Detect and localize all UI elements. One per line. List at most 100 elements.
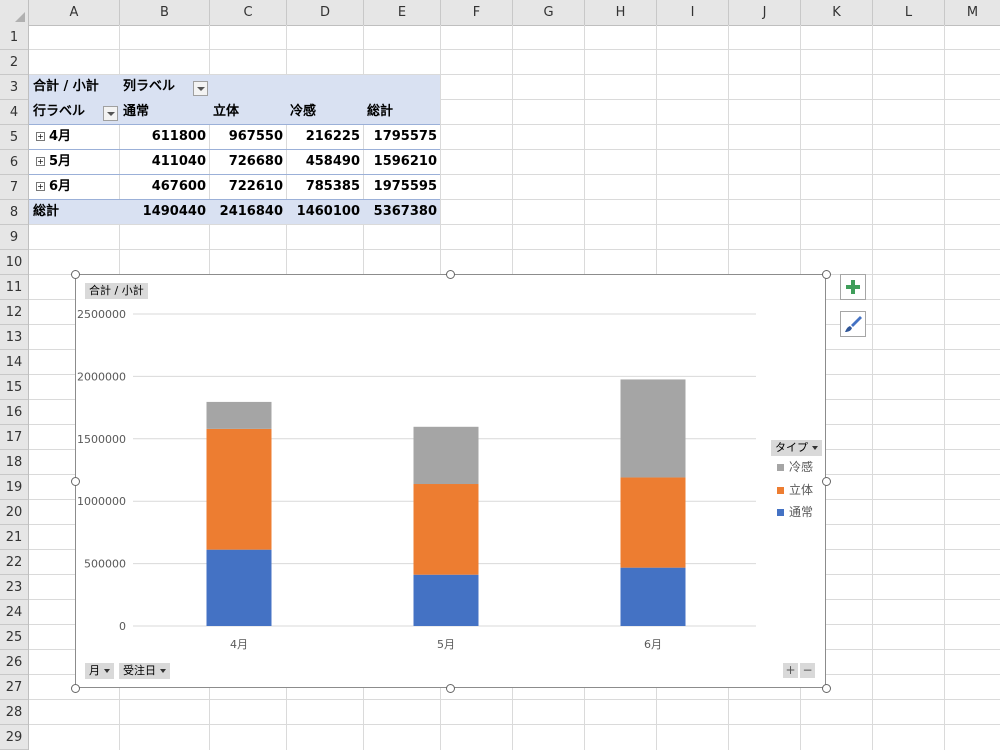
pivot-header-rittai[interactable]: 立体: [213, 99, 239, 124]
resize-handle-left[interactable]: [71, 477, 80, 486]
pivot-cell[interactable]: 1795575: [364, 124, 437, 149]
pivot-cell[interactable]: 726680: [210, 149, 283, 174]
bar-segment[interactable]: [206, 401, 272, 429]
row-header-22[interactable]: 22: [0, 550, 28, 575]
column-header-d[interactable]: D: [287, 0, 364, 25]
resize-handle-top-left[interactable]: [71, 270, 80, 279]
column-header-m[interactable]: M: [945, 0, 1000, 25]
row-header-20[interactable]: 20: [0, 500, 28, 525]
row-header-8[interactable]: 8: [0, 200, 28, 225]
resize-handle-bottom-left[interactable]: [71, 684, 80, 693]
column-filter-dropdown[interactable]: [193, 81, 208, 96]
row-header-24[interactable]: 24: [0, 600, 28, 625]
row-header-6[interactable]: 6: [0, 150, 28, 175]
row-header-21[interactable]: 21: [0, 525, 28, 550]
row-header-28[interactable]: 28: [0, 700, 28, 725]
column-header-k[interactable]: K: [801, 0, 873, 25]
row-header-12[interactable]: 12: [0, 300, 28, 325]
resize-handle-bottom-right[interactable]: [822, 684, 831, 693]
row-header-9[interactable]: 9: [0, 225, 28, 250]
bar-segment[interactable]: [620, 379, 686, 478]
resize-handle-top[interactable]: [446, 270, 455, 279]
axis-field-button-order-date[interactable]: 受注日: [119, 663, 170, 679]
pivot-header-reikan[interactable]: 冷感: [290, 99, 316, 124]
column-header-c[interactable]: C: [210, 0, 287, 25]
expand-4-icon[interactable]: +: [36, 132, 45, 141]
row-header-7[interactable]: 7: [0, 175, 28, 200]
pivot-cell[interactable]: 785385: [287, 174, 360, 199]
select-all-corner[interactable]: [0, 0, 29, 25]
column-header-g[interactable]: G: [513, 0, 585, 25]
chart-styles-button[interactable]: [840, 311, 866, 337]
column-header-f[interactable]: F: [441, 0, 513, 25]
expand-5-icon[interactable]: +: [36, 157, 45, 166]
row-header-17[interactable]: 17: [0, 425, 28, 450]
expand-field-button[interactable]: +: [783, 663, 798, 678]
pivot-row-label[interactable]: 行ラベル: [33, 99, 85, 124]
resize-handle-bottom[interactable]: [446, 684, 455, 693]
pivot-cell[interactable]: 722610: [210, 174, 283, 199]
pivot-cell[interactable]: 458490: [287, 149, 360, 174]
pivot-cell[interactable]: 611800: [120, 124, 206, 149]
column-header-l[interactable]: L: [873, 0, 945, 25]
pivot-row-label-cell[interactable]: 6月: [49, 174, 71, 199]
pivot-total-cell[interactable]: 5367380: [364, 199, 437, 224]
bar-segment[interactable]: [206, 549, 272, 626]
pivot-value-label[interactable]: 合計 / 小計: [33, 74, 99, 99]
bar-segment[interactable]: [620, 477, 686, 568]
bar-segment[interactable]: [620, 567, 686, 626]
row-header-23[interactable]: 23: [0, 575, 28, 600]
pivot-cell[interactable]: 1975595: [364, 174, 437, 199]
row-header-11[interactable]: 11: [0, 275, 28, 300]
row-header-19[interactable]: 19: [0, 475, 28, 500]
resize-handle-top-right[interactable]: [822, 270, 831, 279]
row-header-27[interactable]: 27: [0, 675, 28, 700]
pivot-cell[interactable]: 1596210: [364, 149, 437, 174]
pivot-total-cell[interactable]: 1460100: [287, 199, 360, 224]
pivot-cell[interactable]: 216225: [287, 124, 360, 149]
bar-segment[interactable]: [206, 428, 272, 550]
collapse-field-button[interactable]: −: [800, 663, 815, 678]
column-header-e[interactable]: E: [364, 0, 441, 25]
row-header-14[interactable]: 14: [0, 350, 28, 375]
column-header-i[interactable]: I: [657, 0, 729, 25]
pivot-cell[interactable]: 467600: [120, 174, 206, 199]
row-header-2[interactable]: 2: [0, 50, 28, 75]
row-header-10[interactable]: 10: [0, 250, 28, 275]
row-header-18[interactable]: 18: [0, 450, 28, 475]
bar-segment[interactable]: [413, 484, 479, 575]
bar-segment[interactable]: [413, 574, 479, 626]
column-header-h[interactable]: H: [585, 0, 657, 25]
column-header-j[interactable]: J: [729, 0, 801, 25]
legend-entry-normal[interactable]: 通常: [777, 504, 813, 520]
row-filter-dropdown[interactable]: [103, 106, 118, 121]
pivot-header-total[interactable]: 総計: [367, 99, 393, 124]
row-header-3[interactable]: 3: [0, 75, 28, 100]
row-header-4[interactable]: 4: [0, 100, 28, 125]
legend-entry-reikan[interactable]: 冷感: [777, 459, 813, 475]
pivot-total-label[interactable]: 総計: [33, 199, 59, 224]
column-header-a[interactable]: A: [29, 0, 120, 25]
pivot-header-normal[interactable]: 通常: [123, 99, 149, 124]
row-header-13[interactable]: 13: [0, 325, 28, 350]
legend-field-button[interactable]: タイプ: [771, 440, 822, 456]
legend-entry-rittai[interactable]: 立体: [777, 482, 813, 498]
row-header-5[interactable]: 5: [0, 125, 28, 150]
pivot-cell[interactable]: 967550: [210, 124, 283, 149]
pivot-row-label-cell[interactable]: 4月: [49, 124, 71, 149]
chart-plot[interactable]: 0 500000 1000000 1500000 2000000 2500000 4月 5月 6…: [76, 275, 825, 687]
axis-field-button-month[interactable]: 月: [85, 663, 114, 679]
row-header-26[interactable]: 26: [0, 650, 28, 675]
pivot-row-label-cell[interactable]: 5月: [49, 149, 71, 174]
pivot-cell[interactable]: 411040: [120, 149, 206, 174]
row-header-25[interactable]: 25: [0, 625, 28, 650]
column-header-b[interactable]: B: [120, 0, 210, 25]
row-header-1[interactable]: 1: [0, 25, 28, 50]
row-header-16[interactable]: 16: [0, 400, 28, 425]
pivot-total-cell[interactable]: 2416840: [210, 199, 283, 224]
resize-handle-right[interactable]: [822, 477, 831, 486]
pivot-total-cell[interactable]: 1490440: [120, 199, 206, 224]
row-header-29[interactable]: 29: [0, 725, 28, 750]
chart-elements-button[interactable]: [840, 274, 866, 300]
expand-6-icon[interactable]: +: [36, 182, 45, 191]
